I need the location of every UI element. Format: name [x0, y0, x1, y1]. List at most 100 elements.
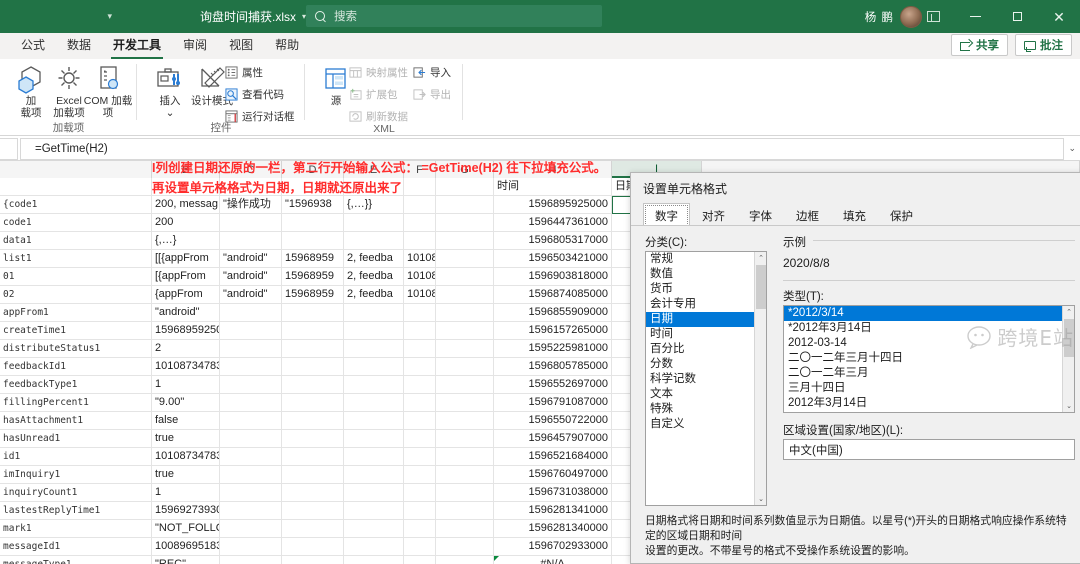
- cell-a[interactable]: lastestReplyTime1: [0, 502, 152, 520]
- cell-a[interactable]: {code1: [0, 196, 152, 214]
- cell-a[interactable]: list1: [0, 250, 152, 268]
- cell-g[interactable]: [436, 412, 494, 430]
- cell-a[interactable]: inquiryCount1: [0, 484, 152, 502]
- cell-d[interactable]: [282, 538, 344, 556]
- cell-f[interactable]: [404, 556, 436, 564]
- cell-e[interactable]: [344, 376, 404, 394]
- cell-f[interactable]: [404, 232, 436, 250]
- cell-a[interactable]: 01: [0, 268, 152, 286]
- cell-h[interactable]: 1596731038000: [494, 484, 612, 502]
- cell-f[interactable]: [404, 304, 436, 322]
- cell-e[interactable]: [344, 304, 404, 322]
- comment-button[interactable]: 批注: [1015, 34, 1072, 56]
- cell-h[interactable]: 1596550722000: [494, 412, 612, 430]
- cell-d[interactable]: [282, 376, 344, 394]
- cell-d[interactable]: [282, 448, 344, 466]
- column-header-g[interactable]: G: [436, 161, 494, 178]
- cell-c[interactable]: [220, 412, 282, 430]
- name-box[interactable]: [0, 137, 18, 160]
- cell-g[interactable]: [436, 196, 494, 214]
- cell-d[interactable]: [282, 556, 344, 564]
- cell-g[interactable]: [436, 466, 494, 484]
- cell-h[interactable]: 1596552697000: [494, 376, 612, 394]
- category-item[interactable]: 自定义: [646, 417, 754, 432]
- cell-e[interactable]: [344, 484, 404, 502]
- cell-f[interactable]: [404, 214, 436, 232]
- type-scrollbar[interactable]: ⌃ ⌄: [1062, 306, 1074, 412]
- cell-h[interactable]: 1596874085000: [494, 286, 612, 304]
- cell-h[interactable]: 1596457907000: [494, 430, 612, 448]
- cell-e[interactable]: [344, 214, 404, 232]
- cell-d[interactable]: [282, 520, 344, 538]
- cell-d[interactable]: [282, 304, 344, 322]
- share-button[interactable]: 共享: [951, 34, 1008, 56]
- category-item[interactable]: 百分比: [646, 342, 754, 357]
- cell-d[interactable]: 15968959: [282, 250, 344, 268]
- cell-e[interactable]: [344, 520, 404, 538]
- cell-b[interactable]: 100896951839: [152, 538, 220, 556]
- scroll-down-icon[interactable]: ⌄: [755, 493, 766, 505]
- cell-a[interactable]: id1: [0, 448, 152, 466]
- cell-d[interactable]: [282, 394, 344, 412]
- cell-f[interactable]: [404, 178, 436, 196]
- cell-c[interactable]: [220, 376, 282, 394]
- search-input[interactable]: 搜索: [306, 5, 602, 27]
- cell-e[interactable]: [344, 340, 404, 358]
- cell-g[interactable]: [436, 556, 494, 564]
- cell-b[interactable]: true: [152, 430, 220, 448]
- cell-h[interactable]: 1596702933000: [494, 538, 612, 556]
- cell-a[interactable]: appFrom1: [0, 304, 152, 322]
- scroll-up-icon[interactable]: ⌃: [755, 252, 766, 264]
- cell-a[interactable]: messageId1: [0, 538, 152, 556]
- cell-a[interactable]: messageType1: [0, 556, 152, 564]
- cell-f[interactable]: [404, 520, 436, 538]
- column-header-c[interactable]: C: [220, 161, 282, 178]
- type-item[interactable]: 三月十四日: [784, 381, 1062, 396]
- cell-b[interactable]: {,…}: [152, 232, 220, 250]
- properties-button[interactable]: 属性: [225, 63, 263, 81]
- cell-b[interactable]: [{appFrom: [152, 268, 220, 286]
- cell-d[interactable]: 15968959: [282, 268, 344, 286]
- cell-c[interactable]: [220, 520, 282, 538]
- cell-d[interactable]: [282, 178, 344, 196]
- category-item[interactable]: 文本: [646, 387, 754, 402]
- cell-c[interactable]: [220, 430, 282, 448]
- formula-input[interactable]: =GetTime(H2): [20, 137, 1064, 160]
- cell-c[interactable]: [220, 448, 282, 466]
- cell-e[interactable]: [344, 178, 404, 196]
- import-button[interactable]: 导入: [413, 63, 451, 81]
- cell-c[interactable]: "操作成功: [220, 196, 282, 214]
- cell-c[interactable]: [220, 178, 282, 196]
- cell-h[interactable]: 1595225981000: [494, 340, 612, 358]
- cell-h[interactable]: 1596903818000: [494, 268, 612, 286]
- cell-f[interactable]: [404, 430, 436, 448]
- cell-a[interactable]: hasAttachment1: [0, 412, 152, 430]
- document-title[interactable]: 询盘时间捕获.xlsx ▾: [200, 8, 306, 25]
- cell-e[interactable]: [344, 358, 404, 376]
- cell-f[interactable]: [404, 448, 436, 466]
- cell-d[interactable]: [282, 484, 344, 502]
- cell-b[interactable]: true: [152, 466, 220, 484]
- cell-h[interactable]: 1596281341000: [494, 502, 612, 520]
- cell-e[interactable]: [344, 322, 404, 340]
- cell-a[interactable]: fillingPercent1: [0, 394, 152, 412]
- cell-b[interactable]: "REC": [152, 556, 220, 564]
- tab-data[interactable]: 数据: [56, 35, 102, 59]
- category-item[interactable]: 货币: [646, 282, 754, 297]
- cell-f[interactable]: 10108734: [404, 286, 436, 304]
- quick-access-toolbar[interactable]: ▾: [0, 0, 120, 33]
- cell-g[interactable]: [436, 340, 494, 358]
- insert-control-caret-icon[interactable]: ⌄: [143, 107, 197, 120]
- cell-c[interactable]: [220, 232, 282, 250]
- cell-e[interactable]: [344, 232, 404, 250]
- cell-e[interactable]: {,…}}: [344, 196, 404, 214]
- category-item[interactable]: 日期: [646, 312, 754, 327]
- cell-g[interactable]: [436, 178, 494, 196]
- category-item[interactable]: 分数: [646, 357, 754, 372]
- cell-e[interactable]: 2, feedba: [344, 268, 404, 286]
- type-listbox[interactable]: *2012/3/14 *2012年3月14日 2012-03-14 二〇一二年三月十四…: [783, 305, 1075, 413]
- cell-g[interactable]: [436, 448, 494, 466]
- category-item[interactable]: 常规: [646, 252, 754, 267]
- cell-e[interactable]: [344, 430, 404, 448]
- type-item[interactable]: 二〇一二年三月: [784, 366, 1062, 381]
